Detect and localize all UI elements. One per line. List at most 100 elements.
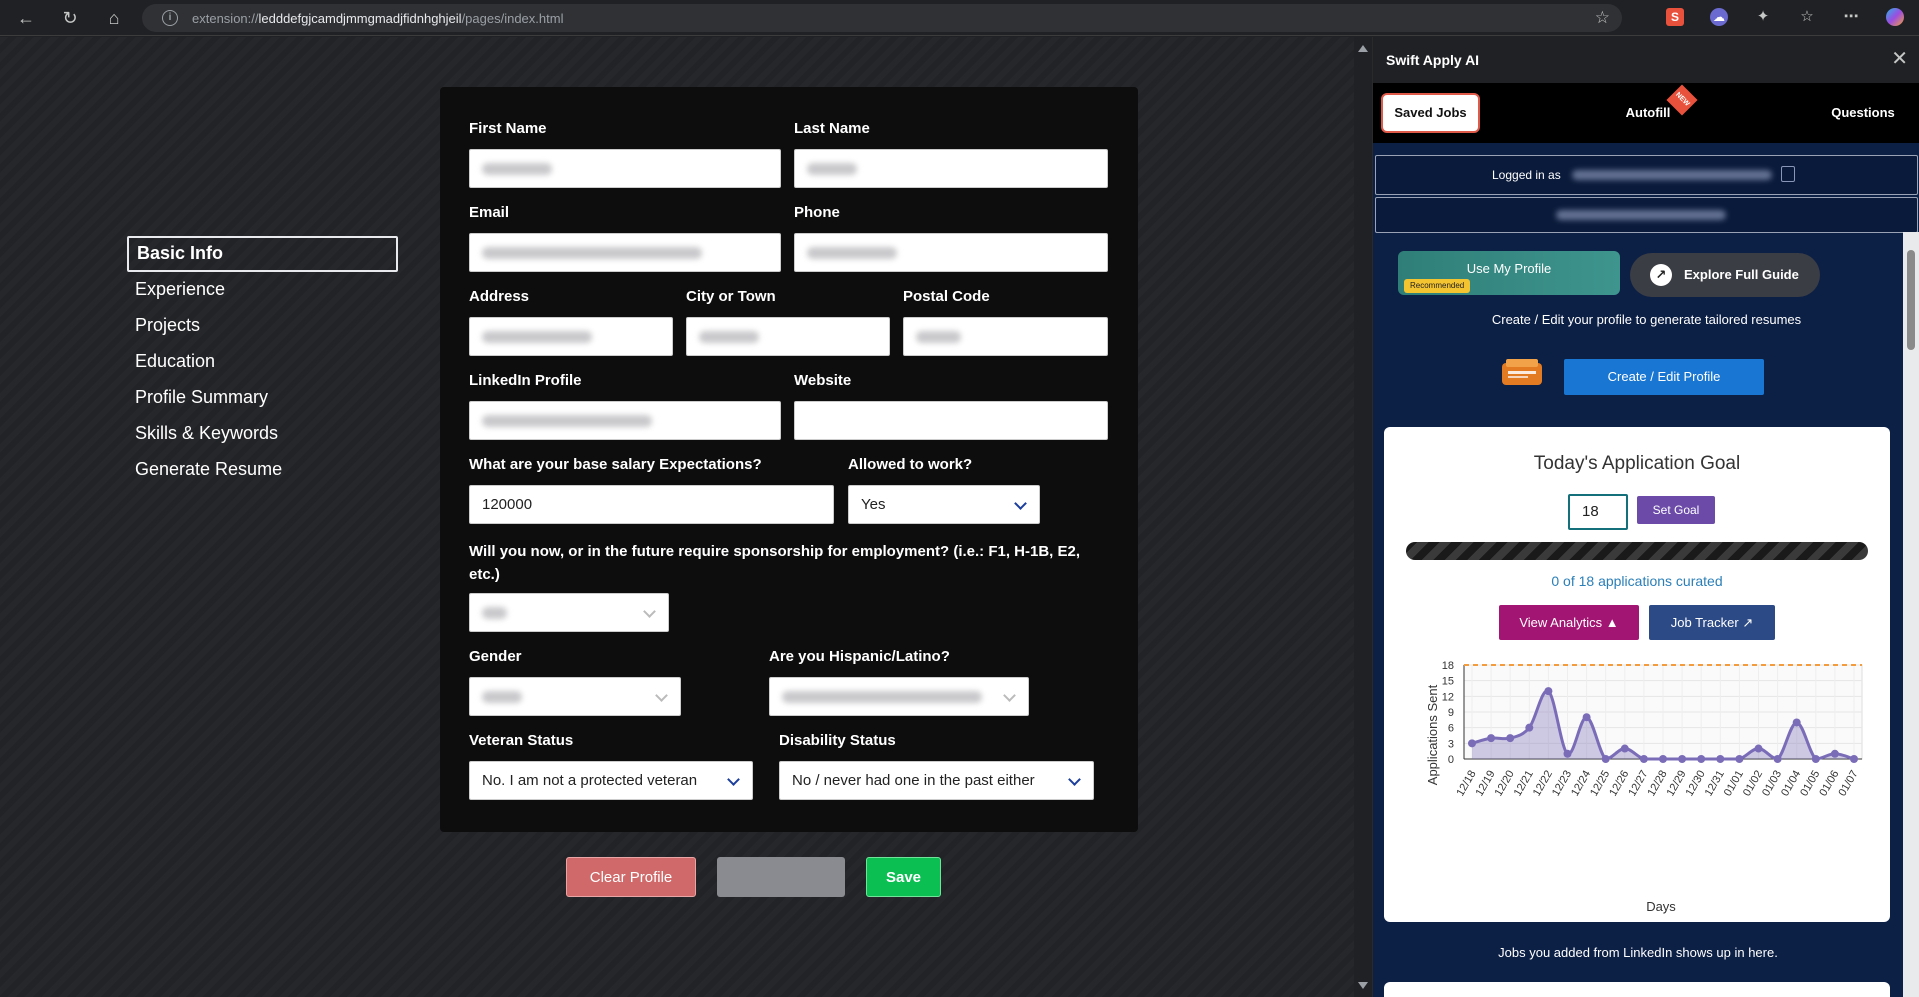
triangle-up-icon: ▲ <box>1605 615 1619 630</box>
use-my-profile-button[interactable]: Use My Profile Recommended <box>1398 251 1620 295</box>
job-tracker-button[interactable]: Job Tracker ↗ <box>1649 605 1775 640</box>
disability-select[interactable]: No / never had one in the past either <box>779 761 1094 800</box>
close-icon[interactable]: ✕ <box>1891 46 1908 71</box>
save-button[interactable]: Save <box>866 857 941 897</box>
phone-field[interactable] <box>794 233 1108 272</box>
arrow-up-right-icon: ↗ <box>1650 264 1672 286</box>
url-scheme: extension:// <box>192 11 259 26</box>
favorites-icon[interactable]: ☆ <box>1798 8 1816 26</box>
email-label: Email <box>469 204 510 221</box>
tab-autofill-label: Autofill <box>1625 105 1671 120</box>
site-info-icon[interactable]: i <box>162 10 178 26</box>
extensions-puzzle-icon[interactable]: ✦ <box>1754 8 1772 26</box>
job-tracker-label: Job Tracker <box>1670 615 1739 630</box>
nav-item-projects[interactable]: Projects <box>127 308 398 344</box>
url-host: ledddefgjcamdjmmgmadjfidnhghjeil <box>258 11 462 26</box>
explore-full-guide-button[interactable]: ↗ Explore Full Guide <box>1630 253 1820 297</box>
postal-code-field[interactable] <box>903 317 1108 356</box>
chart-y-ticks: 0 3 6 9 12 15 18 <box>1442 660 1454 766</box>
tab-saved-jobs[interactable]: Saved Jobs <box>1381 93 1480 133</box>
salary-field[interactable]: 120000 <box>469 485 834 524</box>
address-bar[interactable]: i extension://ledddefgjcamdjmmgmadjfidnh… <box>142 4 1622 32</box>
panel-scroll-thumb[interactable] <box>1907 250 1915 350</box>
panel-scrollbar[interactable] <box>1903 232 1919 997</box>
veteran-select[interactable]: No. I am not a protected veteran <box>469 761 753 800</box>
chevron-down-icon <box>727 773 740 786</box>
recommended-badge: Recommended <box>1404 279 1471 293</box>
nav-item-generate-resume[interactable]: Generate Resume <box>127 452 398 488</box>
last-name-field[interactable] <box>794 149 1108 188</box>
copilot-icon[interactable] <box>1886 8 1904 26</box>
set-goal-button[interactable]: Set Goal <box>1637 496 1715 524</box>
swift-apply-panel: Swift Apply AI ✕ Saved Jobs Autofill NEW… <box>1372 37 1919 997</box>
copy-icon[interactable] <box>1781 166 1795 182</box>
chart-point <box>1697 755 1706 763</box>
last-name-label: Last Name <box>794 120 870 137</box>
sponsorship-label: Will you now, or in the future require s… <box>469 543 1081 583</box>
more-menu-icon[interactable]: ⋯ <box>1842 8 1860 26</box>
city-label: City or Town <box>686 288 776 305</box>
tab-autofill[interactable]: Autofill NEW <box>1609 84 1698 133</box>
use-my-profile-label: Use My Profile <box>1466 261 1552 276</box>
page-scrollbar[interactable] <box>1354 37 1372 997</box>
allowed-to-work-label: Allowed to work? <box>848 456 973 473</box>
nav-item-experience[interactable]: Experience <box>127 272 398 308</box>
email-field[interactable] <box>469 233 781 272</box>
logged-in-box: Logged in as <box>1375 155 1918 195</box>
chevron-down-icon <box>1068 773 1081 786</box>
scroll-down-icon[interactable] <box>1358 982 1368 989</box>
disability-value: No / never had one in the past either <box>792 772 1035 789</box>
nav-item-skills-keywords[interactable]: Skills & Keywords <box>127 416 398 452</box>
arrow-up-right-icon: ↗ <box>1742 615 1754 630</box>
first-name-field[interactable] <box>469 149 781 188</box>
chart-point <box>1506 734 1515 743</box>
chart-point <box>1639 755 1648 763</box>
chart-y-tick-label: 18 <box>1442 660 1454 672</box>
tab-questions[interactable]: Questions <box>1815 93 1911 133</box>
goal-title: Today's Application Goal <box>1533 453 1741 474</box>
blank-button[interactable] <box>717 857 845 897</box>
chart-point <box>1754 744 1763 753</box>
clear-profile-button[interactable]: Clear Profile <box>566 857 696 897</box>
sponsorship-select[interactable] <box>469 593 669 632</box>
chart-point <box>1601 755 1610 763</box>
allowed-to-work-select[interactable]: Yes <box>848 485 1040 524</box>
bookmark-star-icon[interactable]: ☆ <box>1595 8 1610 28</box>
goal-progress-bar <box>1406 542 1868 560</box>
chart-point <box>1811 755 1820 763</box>
home-icon[interactable]: ⌂ <box>102 6 126 30</box>
chart-point <box>1487 734 1496 743</box>
hispanic-select[interactable] <box>769 677 1029 716</box>
application-goal-card: Today's Application Goal 18 Set Goal 0 o… <box>1384 427 1890 922</box>
chevron-down-icon <box>1014 497 1027 510</box>
chart-y-tick-label: 9 <box>1448 707 1454 719</box>
chart-point <box>1620 744 1629 753</box>
nav-item-education[interactable]: Education <box>127 344 398 380</box>
linkedin-label: LinkedIn Profile <box>469 372 582 389</box>
address-field[interactable] <box>469 317 673 356</box>
view-analytics-button[interactable]: View Analytics ▲ <box>1499 605 1639 640</box>
linkedin-field[interactable] <box>469 401 781 440</box>
goal-input[interactable]: 18 <box>1568 494 1628 530</box>
account-box <box>1375 197 1918 233</box>
nav-item-basic-info[interactable]: Basic Info <box>127 236 398 272</box>
chart-point <box>1716 755 1725 763</box>
printer-icon <box>1502 359 1542 385</box>
phone-label: Phone <box>794 204 840 221</box>
panel-tabs: Saved Jobs Autofill NEW Questions <box>1373 83 1919 143</box>
city-field[interactable] <box>686 317 890 356</box>
gender-select[interactable] <box>469 677 681 716</box>
scroll-up-icon[interactable] <box>1358 45 1368 52</box>
profile-subtitle: Create / Edit your profile to generate t… <box>1491 312 1802 327</box>
url-text[interactable]: extension://ledddefgjcamdjmmgmadjfidnhgh… <box>192 11 563 26</box>
extension-s-icon[interactable]: S <box>1666 8 1684 26</box>
extension-cloud-icon[interactable]: ☁ <box>1710 8 1728 26</box>
reload-icon[interactable]: ↻ <box>58 6 82 30</box>
chart-point <box>1773 755 1782 763</box>
veteran-value: No. I am not a protected veteran <box>482 772 698 789</box>
chart-x-tick-label: 01/07 <box>1836 769 1860 799</box>
back-icon[interactable]: ← <box>14 6 38 30</box>
nav-item-profile-summary[interactable]: Profile Summary <box>127 380 398 416</box>
website-field[interactable] <box>794 401 1108 440</box>
create-edit-profile-button[interactable]: Create / Edit Profile <box>1564 359 1764 395</box>
